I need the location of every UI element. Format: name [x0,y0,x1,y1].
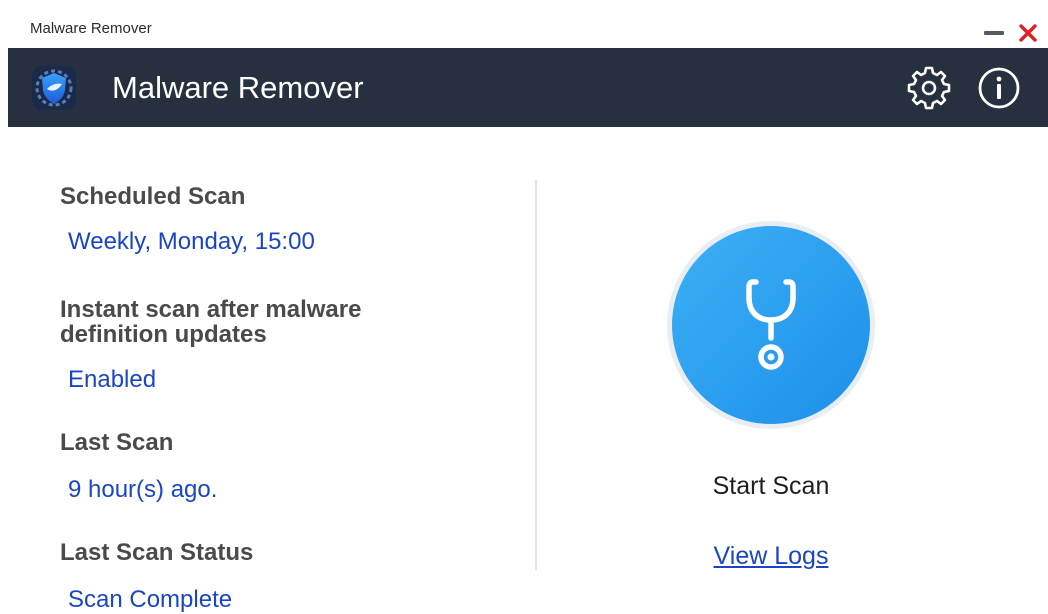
close-icon[interactable] [1014,18,1042,46]
scheduled-scan-value: Weekly, Monday, 15:00 [68,228,315,255]
window-title: Malware Remover [30,20,152,37]
instant-scan-label-line2: definition updates [60,321,267,348]
gear-icon[interactable] [906,65,952,111]
minimize-icon[interactable] [977,22,1011,44]
last-scan-status-label: Last Scan Status [60,539,254,566]
last-scan-label: Last Scan [60,429,174,456]
last-scan-status-value: Scan Complete [68,586,233,613]
info-icon[interactable] [976,65,1022,111]
start-scan-button[interactable] [666,220,876,430]
start-scan-label[interactable]: Start Scan [651,472,891,501]
last-scan-value: 9 hour(s) ago. [68,476,218,503]
app-title: Malware Remover [112,70,364,105]
app-header: Malware Remover [8,48,1048,127]
instant-scan-label-line1: Instant scan after malware [60,296,362,323]
scheduled-scan-label: Scheduled Scan [60,183,246,210]
column-divider [535,180,537,570]
window-titlebar: Malware Remover [0,0,1048,48]
view-logs-link[interactable]: View Logs [651,542,891,571]
instant-scan-value: Enabled [68,366,157,393]
shield-logo-icon [30,64,78,112]
